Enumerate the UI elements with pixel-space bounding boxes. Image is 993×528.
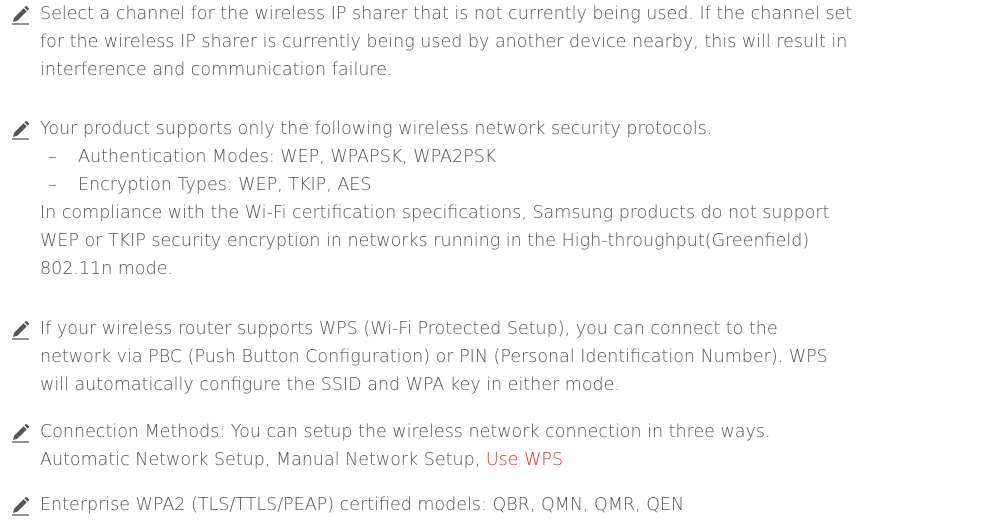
pencil-icon	[12, 320, 30, 340]
list-item-encryption-types: – Encryption Types: WEP, TKIP, AES	[40, 171, 990, 199]
list-item-text: Authentication Modes: WEP, WPAPSK, WPA2P…	[78, 147, 497, 167]
text-line: 802.11n mode.	[40, 259, 174, 279]
note-text: Select a channel for the wireless IP sha…	[40, 0, 990, 84]
text-line: Connection Methods: You can setup the wi…	[40, 422, 771, 442]
methods-text: Automatic Network Setup, Manual Network …	[40, 450, 486, 470]
list-dash: –	[48, 175, 57, 195]
text-line: network via PBC (Push Button Configurati…	[40, 347, 828, 367]
text-line: In compliance with the Wi-Fi certificati…	[40, 203, 830, 223]
pencil-icon	[12, 496, 30, 516]
text-line: for the wireless IP sharer is currently …	[40, 32, 848, 52]
text-line: Select a channel for the wireless IP sha…	[40, 4, 853, 24]
list-item-authentication-modes: – Authentication Modes: WEP, WPAPSK, WPA2…	[40, 143, 990, 171]
list-item-text: Encryption Types: WEP, TKIP, AES	[78, 175, 372, 195]
pencil-icon	[12, 423, 30, 443]
text-line: WEP or TKIP security encryption in netwo…	[40, 231, 810, 251]
text-line: Enterprise WPA2 (TLS/TTLS/PEAP) certifie…	[40, 495, 685, 515]
text-line: If your wireless router supports WPS (Wi…	[40, 319, 778, 339]
document-page: Select a channel for the wireless IP sha…	[0, 0, 993, 528]
note-text: Enterprise WPA2 (TLS/TTLS/PEAP) certifie…	[40, 491, 990, 519]
note-text: If your wireless router supports WPS (Wi…	[40, 315, 990, 399]
text-line-with-link: Automatic Network Setup, Manual Network …	[40, 446, 990, 474]
pencil-icon	[12, 120, 30, 140]
note-text: Your product supports only the following…	[40, 115, 990, 283]
text-line: Your product supports only the following…	[40, 119, 713, 139]
list-dash: –	[48, 147, 57, 167]
note-text: Connection Methods: You can setup the wi…	[40, 418, 990, 474]
use-wps-link[interactable]: Use WPS	[486, 450, 563, 470]
text-line: interference and communication failure.	[40, 60, 393, 80]
text-line: will automatically configure the SSID an…	[40, 375, 620, 395]
pencil-icon	[12, 5, 30, 25]
